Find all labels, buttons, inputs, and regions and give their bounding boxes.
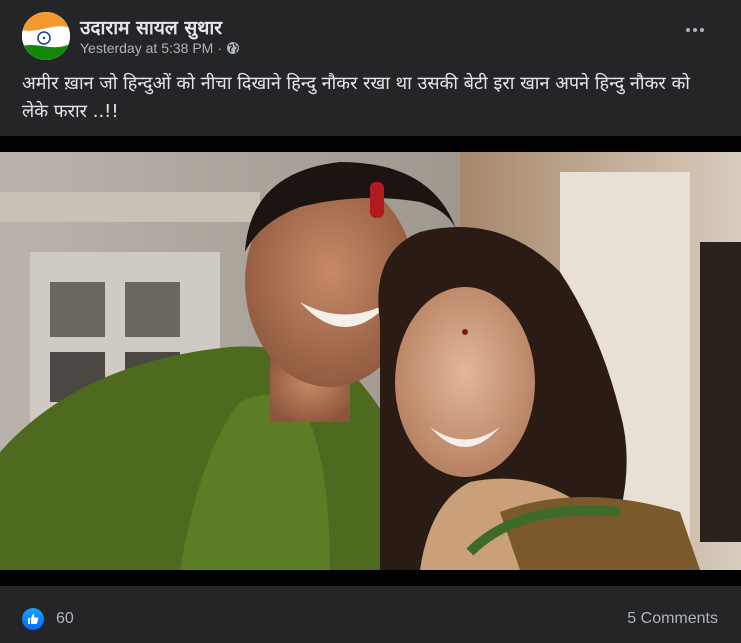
- more-options-icon[interactable]: [683, 20, 707, 40]
- comments-link[interactable]: 5 Comments: [627, 610, 718, 628]
- like-icon[interactable]: [22, 608, 44, 630]
- post-card: उदाराम सायल सुथार Yesterday at 5:38 PM ·…: [0, 0, 741, 643]
- post-text: अमीर ख़ान जो हिन्दुओं को नीचा दिखाने हिन…: [22, 73, 690, 122]
- post-timestamp[interactable]: Yesterday at 5:38 PM: [80, 40, 213, 56]
- meta-separator: ·: [217, 40, 223, 56]
- post-header: उदाराम सायल सुथार Yesterday at 5:38 PM ·: [22, 12, 741, 60]
- post-meta: Yesterday at 5:38 PM ·: [80, 40, 240, 56]
- author-avatar[interactable]: [22, 12, 70, 60]
- author-name[interactable]: उदाराम सायल सुथार: [80, 14, 222, 40]
- indian-flag-avatar-icon: [22, 12, 70, 60]
- reactions-bar: 60 5 Comments: [0, 596, 741, 643]
- globe-icon[interactable]: [226, 41, 240, 55]
- reaction-count[interactable]: 60: [56, 610, 74, 628]
- photo-couple: [0, 152, 741, 570]
- post-image[interactable]: [0, 136, 741, 586]
